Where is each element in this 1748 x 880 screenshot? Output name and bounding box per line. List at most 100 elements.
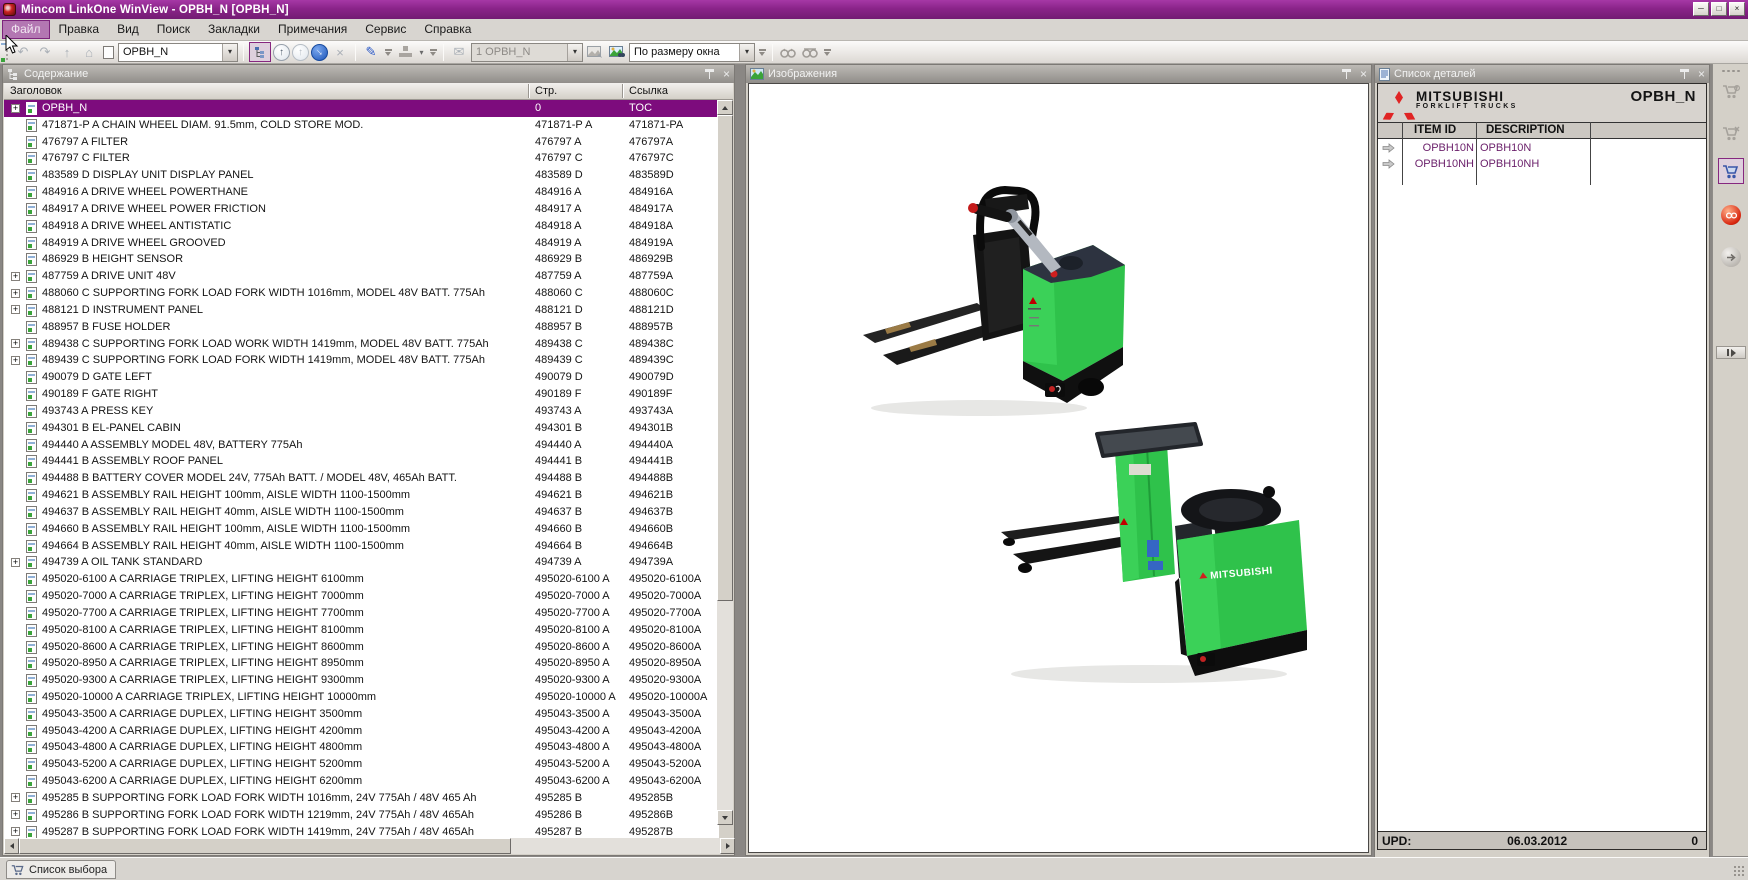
table-row[interactable]: +494637 B ASSEMBLY RAIL HEIGHT 40mm, AIS… — [4, 504, 719, 521]
horizontal-scrollbar[interactable] — [4, 838, 735, 854]
table-row[interactable]: +495020-6100 A CARRIAGE TRIPLEX, LIFTING… — [4, 571, 719, 588]
collapse-strip-button[interactable] — [1716, 346, 1746, 359]
table-row[interactable]: +494301 B EL-PANEL CABIN494301 B494301B — [4, 420, 719, 437]
zoom-combobox[interactable]: По размеру окна ▾ — [629, 43, 755, 62]
table-row[interactable]: +494440 A ASSEMBLY MODEL 48V, BATTERY 77… — [4, 437, 719, 454]
expand-icon[interactable]: + — [11, 272, 20, 281]
highlighter-icon[interactable]: ✎ — [361, 42, 381, 62]
table-row[interactable]: +490189 F GATE RIGHT490189 F490189F — [4, 386, 719, 403]
close-icon[interactable]: × — [1360, 69, 1367, 79]
binoculars-link-icon[interactable] — [800, 42, 820, 62]
chevron-down-icon[interactable]: ▾ — [567, 44, 582, 61]
scroll-up-button[interactable] — [717, 100, 733, 115]
image-export-icon[interactable] — [585, 42, 605, 62]
item-description-link[interactable]: OPBH10NH — [1480, 156, 1539, 172]
scroll-right-button[interactable] — [720, 838, 735, 854]
chevron-down-icon[interactable]: ▾ — [739, 44, 754, 61]
menu-view[interactable]: Вид — [108, 20, 148, 39]
close-button[interactable]: × — [1729, 2, 1745, 16]
table-row[interactable]: +484918 A DRIVE WHEEL ANTISTATIC484918 A… — [4, 218, 719, 235]
chevron-down-icon[interactable]: ▾ — [222, 44, 237, 61]
binoculars-icon[interactable] — [778, 42, 798, 62]
toolbar-overflow-icon[interactable] — [383, 42, 393, 62]
table-row[interactable]: +495020-10000 A CARRIAGE TRIPLEX, LIFTIN… — [4, 689, 719, 706]
table-row[interactable]: +476797 A FILTER476797 A476797A — [4, 134, 719, 151]
scroll-thumb[interactable] — [19, 838, 511, 854]
cart-settings-icon[interactable] — [1718, 78, 1744, 104]
expand-icon[interactable]: + — [11, 827, 20, 836]
table-row[interactable]: +494660 B ASSEMBLY RAIL HEIGHT 100mm, AI… — [4, 521, 719, 538]
page-combobox[interactable]: 1 OPBH_N ▾ — [471, 43, 583, 62]
send-page-icon[interactable]: ✉ — [449, 42, 469, 62]
scroll-thumb[interactable] — [717, 115, 733, 601]
table-row[interactable]: +494621 B ASSEMBLY RAIL HEIGHT 100mm, AI… — [4, 487, 719, 504]
table-row[interactable]: +495285 B SUPPORTING FORK LOAD FORK WIDT… — [4, 790, 719, 807]
column-link[interactable]: Ссылка — [629, 85, 668, 97]
table-row[interactable]: +488060 C SUPPORTING FORK LOAD FORK WIDT… — [4, 285, 719, 302]
go-top-icon[interactable]: ↑ — [273, 44, 290, 61]
toolbar-grip[interactable] — [1721, 69, 1741, 73]
search-online-icon[interactable] — [1718, 202, 1744, 228]
table-row[interactable]: +494441 B ASSEMBLY ROOF PANEL494441 B494… — [4, 453, 719, 470]
image-viewport[interactable]: MITSUBISHI — [748, 83, 1369, 853]
scroll-left-button[interactable] — [4, 838, 19, 854]
column-item-id[interactable]: ITEM ID — [1414, 124, 1456, 136]
expand-icon[interactable]: + — [11, 104, 20, 113]
table-row[interactable]: +484919 A DRIVE WHEEL GROOVED484919 A484… — [4, 235, 719, 252]
table-row[interactable]: +488121 D INSTRUMENT PANEL488121 D488121… — [4, 302, 719, 319]
order-forward-icon[interactable] — [1718, 244, 1744, 270]
table-row[interactable]: +494739 A OIL TANK STANDARD494739 A49473… — [4, 554, 719, 571]
maximize-button[interactable]: □ — [1711, 2, 1727, 16]
selection-list-cart-icon[interactable] — [1718, 158, 1744, 184]
menu-search[interactable]: Поиск — [148, 20, 199, 39]
forward-icon[interactable]: ↷ — [35, 42, 55, 62]
table-row[interactable]: +476797 C FILTER476797 C476797C — [4, 150, 719, 167]
table-row[interactable]: +494664 B ASSEMBLY RAIL HEIGHT 40mm, AIS… — [4, 538, 719, 555]
up-icon[interactable]: ↑ — [57, 42, 77, 62]
menu-service[interactable]: Сервис — [356, 20, 415, 39]
menu-help[interactable]: Справка — [415, 20, 480, 39]
table-row[interactable]: +486929 B HEIGHT SENSOR486929 B486929B — [4, 251, 719, 268]
item-id-link[interactable]: OPBH10N — [1402, 140, 1474, 156]
vertical-scrollbar[interactable] — [717, 100, 733, 825]
column-title[interactable]: Заголовок — [10, 85, 62, 97]
item-id-link[interactable]: OPBH10NH — [1402, 156, 1474, 172]
expand-icon[interactable]: + — [11, 810, 20, 819]
home-icon[interactable]: ⌂ — [79, 42, 99, 62]
toolbar-overflow-icon[interactable] — [822, 42, 832, 62]
stamp-dropdown-icon[interactable]: ▾ — [417, 48, 426, 57]
table-row[interactable]: +484917 A DRIVE WHEEL POWER FRICTION4849… — [4, 201, 719, 218]
table-row[interactable]: +495043-4200 A CARRIAGE DUPLEX, LIFTING … — [4, 723, 719, 740]
toolbar-overflow-icon[interactable] — [757, 42, 767, 62]
expand-icon[interactable]: + — [11, 793, 20, 802]
expand-icon[interactable]: + — [11, 356, 20, 365]
table-row[interactable]: +495020-8600 A CARRIAGE TRIPLEX, LIFTING… — [4, 639, 719, 656]
table-row[interactable]: +471871-P A CHAIN WHEEL DIAM. 91.5mm, CO… — [4, 117, 719, 134]
column-description[interactable]: DESCRIPTION — [1486, 124, 1565, 136]
table-row[interactable]: +495043-3500 A CARRIAGE DUPLEX, LIFTING … — [4, 706, 719, 723]
table-row[interactable]: +489438 C SUPPORTING FORK LOAD WORK WIDT… — [4, 336, 719, 353]
scroll-down-button[interactable] — [717, 810, 733, 825]
remove-page-icon[interactable]: × — [330, 42, 350, 62]
expand-icon[interactable]: + — [11, 558, 20, 567]
column-page[interactable]: Стр. — [535, 85, 557, 97]
table-row[interactable]: OPBH10NOPBH10N — [1378, 140, 1706, 156]
expand-icon[interactable]: + — [11, 339, 20, 348]
menu-notes[interactable]: Примечания — [269, 20, 356, 39]
table-row[interactable]: +OPBH_N0TOC — [4, 100, 719, 117]
book-combobox[interactable]: OPBH_N ▾ — [118, 43, 238, 62]
toggle-contents-button[interactable] — [249, 42, 271, 62]
table-row[interactable]: +495043-4800 A CARRIAGE DUPLEX, LIFTING … — [4, 739, 719, 756]
image-search-icon[interactable] — [607, 42, 627, 62]
selection-list-tab[interactable]: Список выбора — [6, 860, 116, 879]
table-row[interactable]: OPBH10NH OPBH10NH — [1378, 156, 1706, 172]
minimize-button[interactable]: ─ — [1693, 2, 1709, 16]
table-row[interactable]: +490079 D GATE LEFT490079 D490079D — [4, 369, 719, 386]
table-row[interactable]: +484916 A DRIVE WHEEL POWERTHANE484916 A… — [4, 184, 719, 201]
pin-icon[interactable] — [1679, 68, 1690, 80]
expand-icon[interactable]: + — [11, 305, 20, 314]
table-row[interactable]: +493743 A PRESS KEY493743 A493743A — [4, 403, 719, 420]
pin-icon[interactable] — [1341, 68, 1352, 80]
annotation-stamp-icon[interactable] — [395, 42, 415, 62]
table-row[interactable]: +488957 B FUSE HOLDER488957 B488957B — [4, 319, 719, 336]
